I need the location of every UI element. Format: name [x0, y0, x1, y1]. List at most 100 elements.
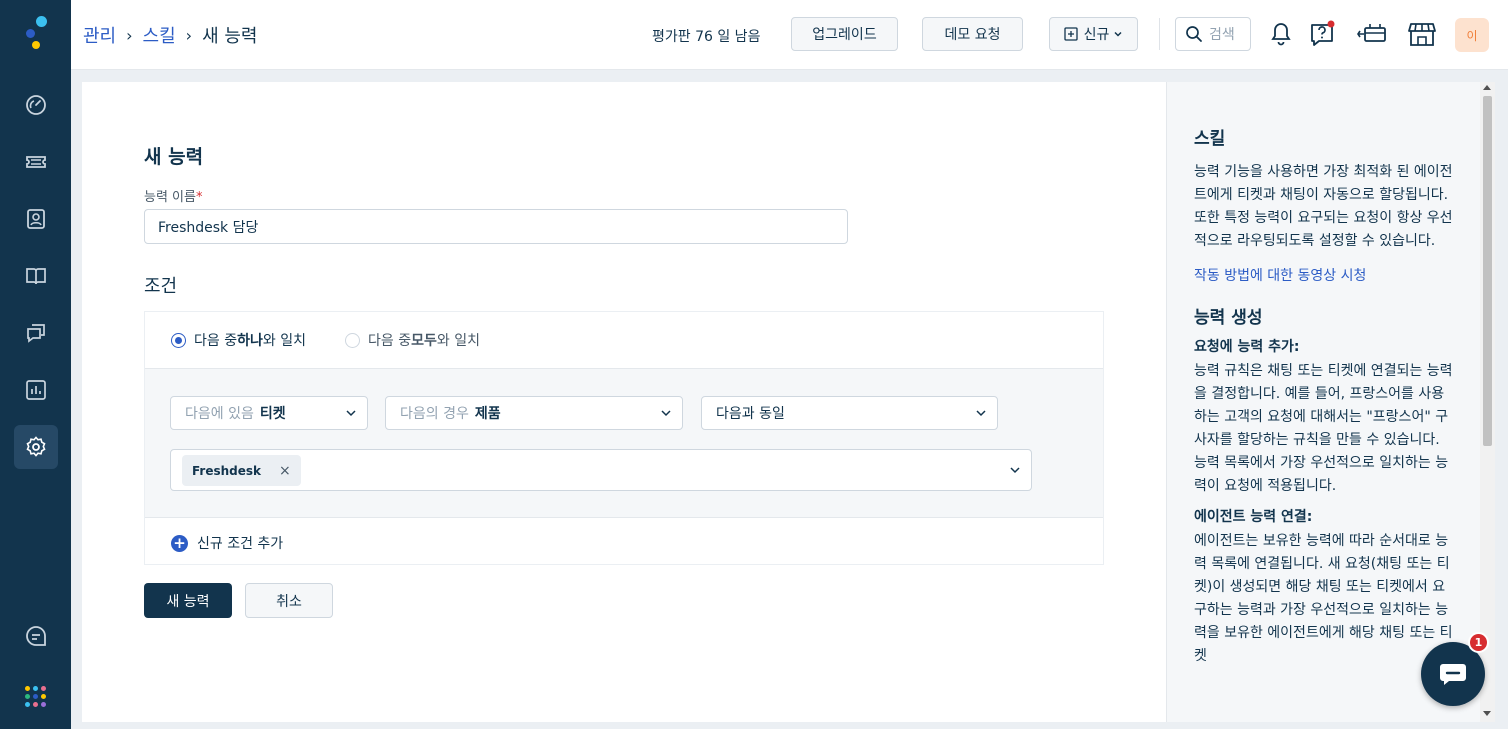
plus-circle-icon: + [171, 534, 188, 552]
match-any-prefix: 다음 중 [194, 333, 238, 349]
sidebar-item-freddy[interactable] [14, 614, 58, 658]
store-icon [1408, 23, 1436, 46]
new-dropdown-button[interactable]: 신규 [1049, 17, 1138, 51]
main-content: 새 능력 능력 이름* Freshdesk 담당 조건 다음 중 하나 와 일치 … [82, 82, 1166, 722]
sidebar-item-conversations[interactable] [14, 311, 58, 355]
user-avatar[interactable]: 이 [1455, 18, 1489, 52]
chevron-right-icon: › [185, 25, 193, 45]
add-condition-label: 신규 조건 추가 [197, 536, 284, 552]
sidebar-item-tickets[interactable] [14, 140, 58, 184]
skill-name-input[interactable]: Freshdesk 담당 [144, 209, 848, 244]
notifications-button[interactable] [1266, 18, 1296, 50]
breadcrumb: 관리 › 스킬 › 새 능력 [83, 22, 257, 48]
help-panel: 스킬 능력 기능을 사용하면 가장 최적화 된 에이전트에게 티켓과 채팅이 자… [1166, 82, 1480, 722]
radio-unselected-icon [345, 332, 360, 348]
match-any-suffix: 와 일치 [262, 333, 306, 349]
match-all-prefix: 다음 중 [368, 333, 412, 349]
gauge-icon [26, 95, 46, 115]
megaphone-board-icon [1357, 24, 1386, 42]
bell-icon [1271, 23, 1291, 46]
ticket-icon [26, 156, 46, 168]
breadcrumb-skills[interactable]: 스킬 [143, 22, 176, 48]
condition-row-area: 다음에 있음 티켓 다음의 경우 제품 다음과 동일 Freshdesk × [145, 369, 1103, 518]
contact-card-icon [27, 209, 45, 229]
scrollbar-thumb[interactable] [1483, 96, 1492, 446]
add-skill-subheading: 요청에 능력 추가: [1194, 339, 1300, 355]
entity-select-prefix: 다음에 있음 [185, 406, 254, 422]
help-button[interactable] [1307, 18, 1337, 50]
conditions-box: 다음 중 하나 와 일치 다음 중 모두 와 일치 다음에 있음 티켓 다음의 경우 제… [144, 311, 1104, 565]
sidebar-item-solutions[interactable] [14, 254, 58, 298]
chevron-down-icon [346, 410, 356, 417]
chevron-down-icon [1114, 31, 1122, 37]
trial-remaining-text: 평가판 76 일 남음 [652, 29, 761, 45]
match-type-row: 다음 중 하나 와 일치 다음 중 모두 와 일치 [145, 312, 1103, 369]
conditions-title: 조건 [144, 276, 178, 297]
link-agent-text: 에이전트는 보유한 능력에 따라 순서대로 능력 목록에 연결됩니다. 새 요청… [1194, 533, 1453, 664]
cancel-button[interactable]: 취소 [245, 583, 333, 618]
match-all-bold: 모두 [411, 333, 437, 349]
create-skill-heading: 능력 생성 [1194, 308, 1263, 328]
value-multiselect[interactable]: Freshdesk × [170, 449, 1032, 491]
gear-icon [26, 436, 46, 457]
sidebar [0, 0, 71, 729]
search-button[interactable]: 검색 [1175, 17, 1251, 51]
entity-select-value: 티켓 [259, 406, 286, 422]
demo-request-button[interactable]: 데모 요청 [922, 17, 1023, 51]
search-placeholder: 검색 [1209, 27, 1235, 43]
add-skill-text: 능력 규칙은 채팅 또는 티켓에 연결되는 능력을 결정합니다. 예를 들어, … [1194, 363, 1453, 494]
chat-unread-badge: 1 [1468, 632, 1489, 653]
skill-name-label-text: 능력 이름 [144, 190, 196, 205]
operator-select[interactable]: 다음과 동일 [701, 396, 998, 430]
skill-name-label: 능력 이름* [144, 186, 202, 205]
sidebar-item-dashboard[interactable] [14, 83, 58, 127]
upgrade-button[interactable]: 업그레이드 [791, 17, 898, 51]
chevron-right-icon: › [126, 25, 133, 45]
video-link[interactable]: 작동 방법에 대한 동영상 시청 [1194, 265, 1456, 285]
selected-value-tag: Freshdesk × [182, 455, 301, 486]
chevron-down-icon [1010, 467, 1020, 474]
bar-chart-icon [26, 380, 46, 400]
help-intro: 능력 기능을 사용하면 가장 최적화 된 에이전트에게 티켓과 채팅이 자동으로… [1194, 164, 1453, 249]
link-agent-subheading: 에이전트 능력 연결: [1194, 509, 1313, 525]
book-icon [26, 268, 46, 285]
top-bar: 관리 › 스킬 › 새 능력 평가판 76 일 남음 업그레이드 데모 요청 신… [71, 0, 1508, 70]
demo-request-label: 데모 요청 [944, 27, 1001, 43]
match-any-radio[interactable]: 다음 중 하나 와 일치 [171, 330, 306, 350]
field-select-value: 제품 [474, 406, 501, 422]
page-title: 새 능력 [144, 146, 204, 168]
field-select-prefix: 다음의 경우 [400, 406, 469, 422]
freddy-chat-icon [26, 626, 46, 646]
scroll-down-arrow-icon[interactable] [1483, 711, 1491, 716]
add-condition-button[interactable]: + 신규 조건 추가 [171, 533, 283, 553]
whats-new-button[interactable] [1354, 18, 1390, 50]
scrollbar[interactable] [1480, 82, 1495, 722]
chevron-down-icon [976, 410, 986, 417]
chevron-down-icon [661, 410, 671, 417]
plus-square-icon [1063, 27, 1078, 41]
operator-select-value: 다음과 동일 [716, 406, 785, 422]
chat-bubbles-icon [27, 324, 45, 343]
breadcrumb-admin[interactable]: 관리 [83, 22, 116, 48]
required-mark: * [195, 190, 203, 205]
apps-grid-icon[interactable] [25, 686, 47, 708]
sidebar-item-admin[interactable] [14, 425, 58, 469]
tag-remove-icon[interactable]: × [279, 463, 291, 479]
match-all-suffix: 와 일치 [436, 333, 480, 349]
match-any-bold: 하나 [237, 333, 263, 349]
sidebar-item-contacts[interactable] [14, 197, 58, 241]
field-select[interactable]: 다음의 경우 제품 [385, 396, 683, 430]
freshdesk-logo[interactable] [24, 16, 50, 52]
sidebar-item-reports[interactable] [14, 368, 58, 412]
match-all-radio[interactable]: 다음 중 모두 와 일치 [345, 330, 480, 350]
radio-selected-icon [171, 332, 186, 348]
scroll-up-arrow-icon[interactable] [1483, 85, 1491, 90]
marketplace-button[interactable] [1405, 18, 1439, 50]
entity-select[interactable]: 다음에 있음 티켓 [170, 396, 368, 430]
help-title: 스킬 [1194, 129, 1226, 149]
chat-bubble-icon [1440, 664, 1466, 685]
divider [1159, 18, 1160, 50]
search-icon [1186, 26, 1202, 42]
create-skill-button[interactable]: 새 능력 [144, 583, 232, 618]
breadcrumb-current: 새 능력 [202, 26, 258, 47]
